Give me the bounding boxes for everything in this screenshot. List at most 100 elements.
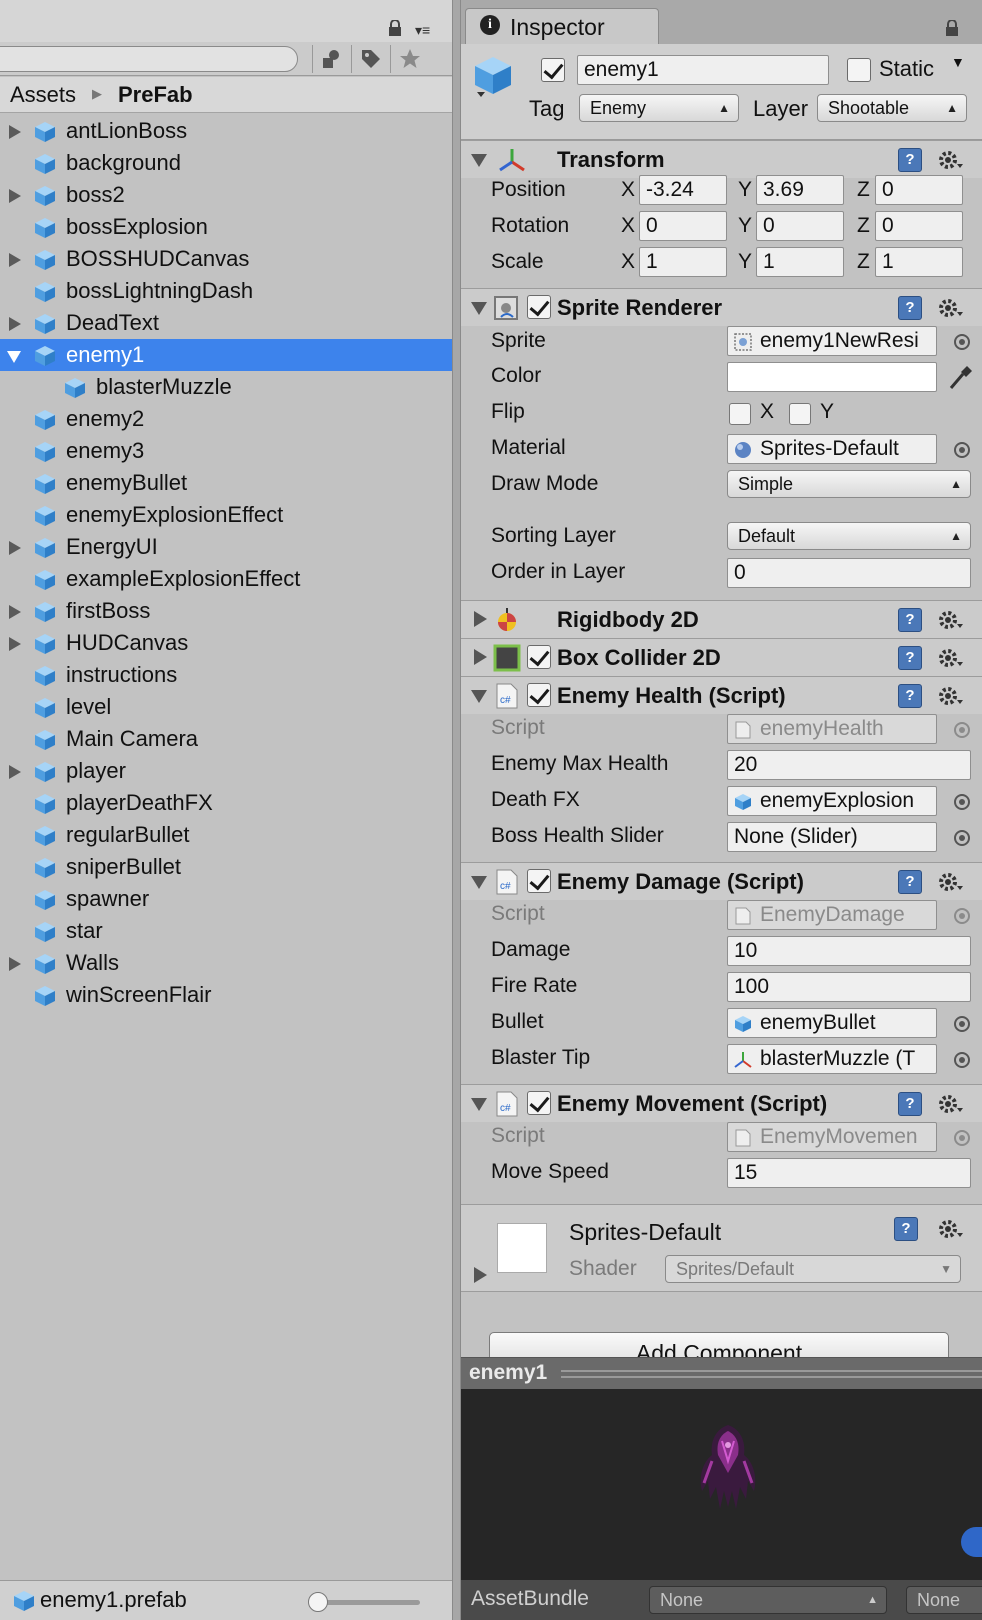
gear-icon[interactable] — [936, 1090, 964, 1118]
preview-tag-icon[interactable] — [961, 1527, 982, 1557]
eyedropper-icon[interactable] — [947, 362, 975, 392]
object-picker-icon[interactable] — [954, 442, 970, 458]
breadcrumb-assets[interactable]: Assets — [10, 82, 76, 108]
assetbundle-dropdown[interactable]: None ▲ — [649, 1586, 887, 1614]
foldout-arrow-icon[interactable] — [471, 154, 487, 167]
object-picker-icon[interactable] — [954, 1052, 970, 1068]
scale-y-field[interactable]: 1 — [756, 247, 844, 277]
list-item[interactable]: firstBoss — [0, 595, 452, 627]
enemy-health-enabled-checkbox[interactable] — [527, 683, 551, 707]
foldout-arrow-icon[interactable] — [474, 611, 487, 627]
box-collider2d-header[interactable]: Box Collider 2D ? — [461, 638, 982, 676]
scale-x-field[interactable]: 1 — [639, 247, 727, 277]
list-item[interactable]: enemy2 — [0, 403, 452, 435]
list-item[interactable]: blasterMuzzle — [0, 371, 452, 403]
sprite-field[interactable]: enemy1NewResi — [727, 326, 937, 356]
lock-icon[interactable] — [945, 20, 959, 36]
filter-by-type-button[interactable] — [312, 45, 350, 73]
help-book-icon[interactable]: ? — [898, 684, 922, 708]
help-book-icon[interactable]: ? — [898, 1092, 922, 1116]
list-item[interactable]: DeadText — [0, 307, 452, 339]
scale-x-axis-label[interactable]: X — [621, 250, 635, 274]
preview-area[interactable] — [461, 1389, 982, 1580]
sprite-renderer-enabled-checkbox[interactable] — [527, 295, 551, 319]
draw-mode-dropdown[interactable]: Simple ▲ — [727, 470, 971, 498]
list-item[interactable]: Walls — [0, 947, 452, 979]
order-in-layer-field[interactable]: 0 — [727, 558, 971, 588]
list-item[interactable]: background — [0, 147, 452, 179]
expand-arrow-icon[interactable] — [9, 637, 21, 651]
fire-rate-field[interactable]: 100 — [727, 972, 971, 1002]
move-speed-field[interactable]: 15 — [727, 1158, 971, 1188]
gear-icon[interactable] — [936, 146, 964, 174]
list-item[interactable]: level — [0, 691, 452, 723]
preview-header[interactable]: enemy1 — [461, 1357, 982, 1389]
list-item[interactable]: regularBullet — [0, 819, 452, 851]
list-item[interactable]: exampleExplosionEffect — [0, 563, 452, 595]
icon-size-slider-handle[interactable] — [308, 1592, 328, 1612]
material-field[interactable]: Sprites-Default — [727, 434, 937, 464]
expand-arrow-icon[interactable] — [9, 253, 21, 267]
transform-header[interactable]: Transform ? — [461, 140, 982, 178]
enemy-max-health-field[interactable]: 20 — [727, 750, 971, 780]
rigidbody2d-header[interactable]: Rigidbody 2D ? — [461, 600, 982, 638]
list-item[interactable]: player — [0, 755, 452, 787]
flip-x-checkbox[interactable] — [729, 403, 751, 425]
favorites-button[interactable] — [390, 45, 428, 73]
expand-arrow-icon[interactable] — [9, 957, 21, 971]
list-item[interactable]: enemy3 — [0, 435, 452, 467]
expand-arrow-icon[interactable] — [9, 765, 21, 779]
list-item[interactable]: bossLightningDash — [0, 275, 452, 307]
expand-arrow-icon[interactable] — [9, 189, 21, 203]
help-book-icon[interactable]: ? — [894, 1217, 918, 1241]
expand-arrow-icon[interactable] — [9, 317, 21, 331]
scale-z-field[interactable]: 1 — [875, 247, 963, 277]
gear-icon[interactable] — [936, 606, 964, 634]
help-book-icon[interactable]: ? — [898, 148, 922, 172]
list-item[interactable]: instructions — [0, 659, 452, 691]
object-picker-icon[interactable] — [954, 1016, 970, 1032]
help-book-icon[interactable]: ? — [898, 870, 922, 894]
expand-arrow-icon[interactable] — [9, 541, 21, 555]
tab-inspector[interactable]: i Inspector — [465, 8, 659, 44]
rotation-x-axis-label[interactable]: X — [621, 214, 635, 238]
foldout-arrow-icon[interactable] — [471, 690, 487, 703]
gear-icon[interactable] — [936, 294, 964, 322]
enemy-movement-header[interactable]: c# Enemy Movement (Script) ? — [461, 1084, 982, 1122]
static-checkbox[interactable] — [847, 58, 871, 82]
help-book-icon[interactable]: ? — [898, 608, 922, 632]
assetbundle-variant-dropdown[interactable]: None — [906, 1586, 982, 1614]
rotation-x-field[interactable]: 0 — [639, 211, 727, 241]
foldout-arrow-icon[interactable] — [471, 302, 487, 315]
bullet-field[interactable]: enemyBullet — [727, 1008, 937, 1038]
filter-by-label-button[interactable] — [351, 45, 389, 73]
drag-handle[interactable] — [561, 1370, 982, 1378]
enemy-damage-enabled-checkbox[interactable] — [527, 869, 551, 893]
breadcrumb-prefab[interactable]: PreFab — [118, 82, 193, 108]
position-y-field[interactable]: 3.69 — [756, 175, 844, 205]
gear-icon[interactable] — [936, 1215, 964, 1243]
rotation-z-field[interactable]: 0 — [875, 211, 963, 241]
position-y-axis-label[interactable]: Y — [738, 178, 752, 202]
position-x-field[interactable]: -3.24 — [639, 175, 727, 205]
panel-splitter[interactable] — [452, 0, 461, 1620]
expand-arrow-icon[interactable] — [7, 351, 21, 363]
flip-y-checkbox[interactable] — [789, 403, 811, 425]
expand-arrow-icon[interactable] — [9, 605, 21, 619]
list-item[interactable]: BOSSHUDCanvas — [0, 243, 452, 275]
lock-icon[interactable] — [388, 20, 402, 36]
position-z-field[interactable]: 0 — [875, 175, 963, 205]
box-collider-enabled-checkbox[interactable] — [527, 645, 551, 669]
death-fx-field[interactable]: enemyExplosion — [727, 786, 937, 816]
color-swatch[interactable] — [727, 362, 937, 392]
scale-z-axis-label[interactable]: Z — [857, 250, 870, 274]
list-item[interactable]: spawner — [0, 883, 452, 915]
layer-dropdown[interactable]: Shootable ▲ — [817, 94, 967, 122]
help-book-icon[interactable]: ? — [898, 296, 922, 320]
list-item[interactable]: enemy1 — [0, 339, 452, 371]
list-item[interactable]: antLionBoss — [0, 115, 452, 147]
list-item[interactable]: EnergyUI — [0, 531, 452, 563]
position-z-axis-label[interactable]: Z — [857, 178, 870, 202]
active-checkbox[interactable] — [541, 58, 565, 82]
list-item[interactable]: enemyBullet — [0, 467, 452, 499]
